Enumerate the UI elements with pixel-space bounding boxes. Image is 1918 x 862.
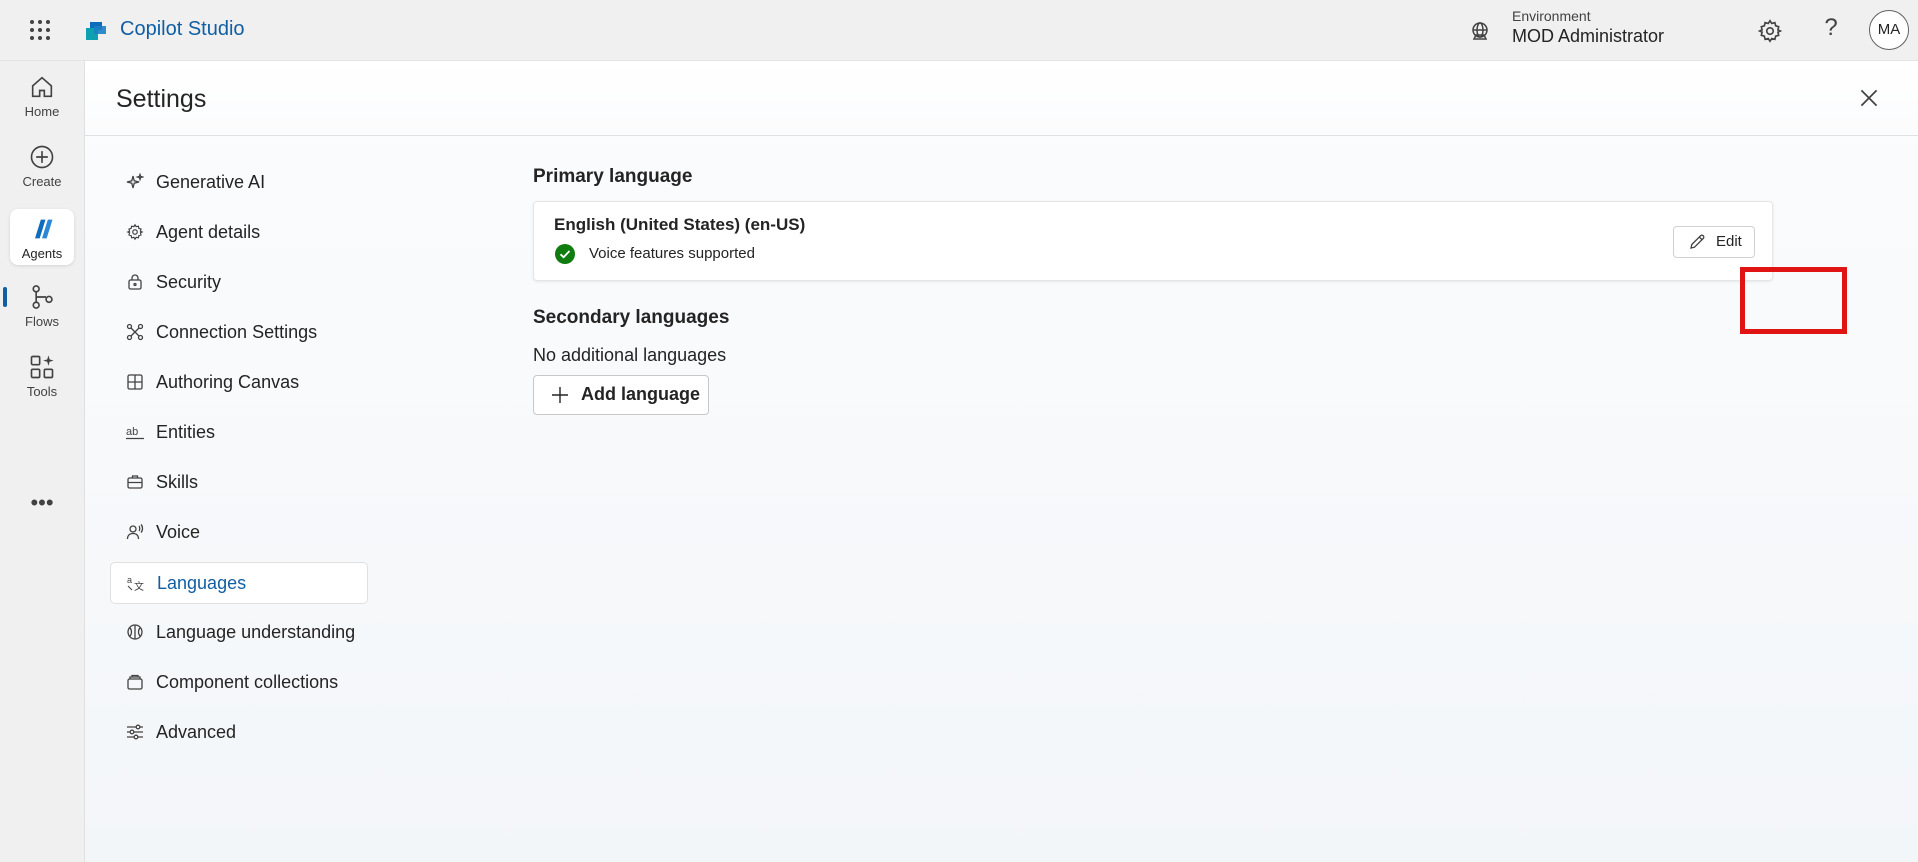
nav-item-label: Languages	[157, 573, 247, 593]
nav-item-label: Language understanding	[156, 622, 356, 642]
entities-icon: ab	[126, 423, 144, 441]
left-rail: Home Create Agents Flows Tools •••	[0, 61, 85, 862]
app-name[interactable]: Copilot Studio	[120, 18, 245, 41]
nav-item-label: Advanced	[156, 722, 237, 742]
rail-item-tools[interactable]: Tools	[10, 347, 74, 403]
nav-item-authoring-canvas[interactable]: Authoring Canvas	[110, 362, 366, 402]
grid-icon	[126, 373, 144, 391]
rail-item-flows[interactable]: Flows	[10, 277, 74, 333]
rail-item-agents[interactable]: Agents	[10, 209, 74, 265]
rail-label: Home	[24, 104, 60, 119]
rail-label: Create	[22, 174, 62, 189]
voice-support-status: Voice features supported	[589, 245, 755, 262]
rail-active-indicator	[3, 287, 7, 307]
nav-item-entities[interactable]: ab Entities	[110, 412, 366, 452]
nav-item-label: Security	[156, 272, 222, 292]
nav-item-label: Connection Settings	[156, 322, 318, 342]
sliders-icon	[126, 723, 144, 741]
translate-icon: a 文	[127, 574, 145, 593]
nav-item-label: Entities	[156, 422, 216, 442]
nav-item-label: Authoring Canvas	[156, 372, 300, 392]
agents-icon	[28, 215, 56, 243]
nav-item-connection-settings[interactable]: Connection Settings	[110, 312, 366, 352]
primary-language-card: English (United States) (en-US) Voice fe…	[533, 201, 1773, 281]
collection-icon	[126, 673, 144, 691]
rail-item-create[interactable]: Create	[10, 137, 74, 193]
home-icon	[28, 73, 56, 101]
plus-icon	[550, 385, 570, 405]
nav-item-label: Skills	[156, 472, 199, 492]
nav-item-skills[interactable]: Skills	[110, 462, 366, 502]
connection-icon	[126, 323, 144, 341]
nav-item-label: Generative AI	[156, 172, 266, 192]
primary-language-name: English (United States) (en-US)	[554, 215, 806, 234]
add-language-button[interactable]: Add language	[533, 375, 709, 415]
primary-language-heading: Primary language	[533, 166, 693, 187]
pencil-icon	[1688, 233, 1706, 251]
lock-icon	[126, 273, 144, 291]
environment-label: Environment	[1512, 8, 1591, 24]
rail-label: Agents	[21, 246, 63, 261]
rail-label: Tools	[26, 384, 58, 399]
edit-button-label: Edit	[1716, 233, 1742, 250]
plus-circle-icon	[28, 143, 56, 171]
copilot-studio-logo-icon	[84, 20, 108, 42]
svg-text:文: 文	[134, 580, 144, 592]
nav-item-advanced[interactable]: Advanced	[110, 712, 366, 752]
close-icon[interactable]	[1856, 85, 1882, 111]
tools-icon	[28, 353, 56, 381]
nav-item-generative-ai[interactable]: Generative AI	[110, 162, 366, 202]
nav-item-voice[interactable]: Voice	[110, 512, 366, 552]
nav-item-component-collections[interactable]: Component collections	[110, 662, 366, 702]
nav-item-languages[interactable]: a 文 Languages	[110, 562, 368, 604]
gear-icon	[126, 223, 144, 241]
settings-panel: Settings Generative AI Agent details Sec…	[85, 61, 1918, 862]
secondary-languages-heading: Secondary languages	[533, 307, 730, 328]
nav-item-label: Voice	[156, 522, 201, 542]
nav-item-agent-details[interactable]: Agent details	[110, 212, 366, 252]
brain-icon	[126, 623, 144, 641]
rail-label: Flows	[25, 314, 59, 329]
add-language-label: Add language	[581, 384, 701, 404]
environment-name[interactable]: MOD Administrator	[1512, 26, 1664, 47]
voice-icon	[126, 523, 144, 541]
rail-item-home[interactable]: Home	[10, 67, 74, 123]
app-launcher-icon[interactable]	[28, 18, 52, 42]
nav-item-label: Agent details	[156, 222, 261, 242]
nav-item-label: Component collections	[156, 672, 339, 692]
check-circle-icon	[555, 244, 575, 264]
more-icon[interactable]: •••	[28, 492, 56, 517]
edit-button[interactable]: Edit	[1673, 226, 1755, 258]
nav-item-security[interactable]: Security	[110, 262, 366, 302]
page-title: Settings	[116, 85, 207, 113]
user-avatar[interactable]: MA	[1869, 10, 1909, 50]
no-additional-languages-text: No additional languages	[533, 345, 727, 365]
nav-item-language-understanding[interactable]: Language understanding	[110, 612, 366, 652]
environment-icon[interactable]	[1468, 20, 1492, 44]
flows-icon	[28, 283, 56, 311]
svg-text:ab: ab	[126, 426, 138, 438]
svg-text:a: a	[127, 575, 132, 585]
top-bar: Copilot Studio Environment MOD Administr…	[0, 0, 1918, 61]
edit-highlight-box	[1740, 267, 1847, 334]
settings-header: Settings	[85, 61, 1918, 136]
help-icon[interactable]: ?	[1818, 14, 1844, 44]
settings-gear-icon[interactable]	[1757, 18, 1783, 44]
sparkle-icon	[126, 172, 145, 191]
briefcase-icon	[126, 473, 144, 491]
